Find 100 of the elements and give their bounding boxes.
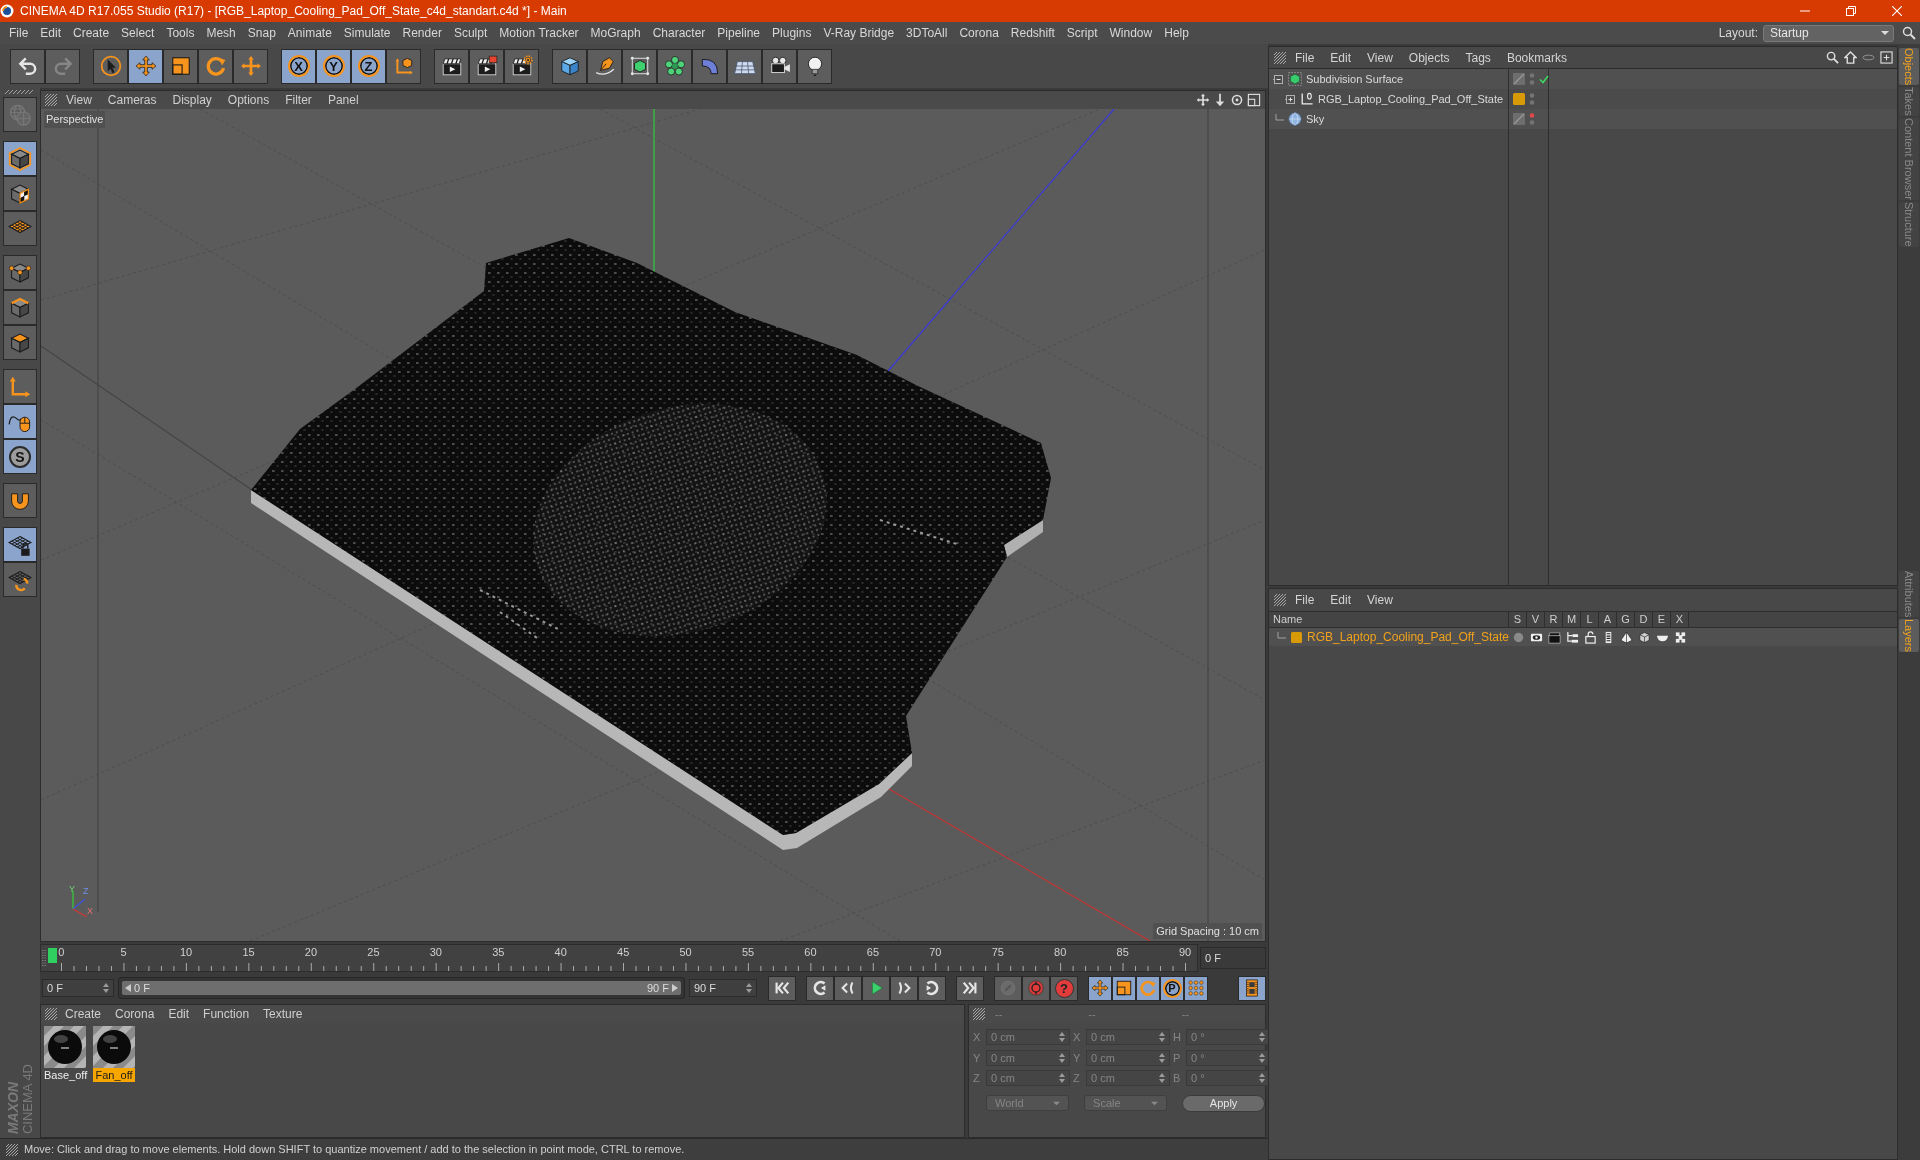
column-header[interactable]: M: [1566, 614, 1577, 625]
solo-dot-icon[interactable]: [1511, 630, 1525, 644]
point-level-button[interactable]: [1184, 975, 1208, 1001]
visibility-dots-icon[interactable]: [1529, 92, 1535, 106]
render-view-button[interactable]: [434, 48, 469, 84]
timeline-ruler[interactable]: 0 5 10 15 20 25 30 35 40 45 50 55 60 65 70 75 80 85 90: [40, 944, 1198, 972]
hierarchy-icon[interactable]: [1565, 630, 1579, 644]
material-menu-item[interactable]: Corona: [109, 1005, 161, 1023]
layout-dropdown[interactable]: Startup: [1763, 24, 1894, 42]
workplane-lock-button[interactable]: [3, 527, 37, 562]
viewport-menu-item[interactable]: Options: [220, 91, 277, 109]
menu-item[interactable]: Simulate: [337, 24, 397, 42]
menu-item[interactable]: Render: [396, 24, 448, 42]
move-tool-button[interactable]: [128, 48, 163, 84]
home-icon[interactable]: [1844, 51, 1857, 64]
x-axis-button[interactable]: X: [281, 48, 316, 84]
object-menu-item[interactable]: View: [1360, 48, 1400, 67]
menu-item[interactable]: Animate: [281, 24, 338, 42]
next-frame-button[interactable]: [890, 975, 918, 1001]
end-frame-field[interactable]: 90 F: [689, 979, 757, 997]
column-header[interactable]: S: [1513, 614, 1522, 625]
menu-item[interactable]: Edit: [34, 24, 68, 42]
parameter-key-button[interactable]: P: [1160, 975, 1184, 1001]
object-name[interactable]: Sky: [1306, 110, 1325, 128]
menu-item[interactable]: MoGraph: [584, 24, 647, 42]
menu-item[interactable]: Snap: [241, 24, 282, 42]
menu-item[interactable]: Corona: [953, 24, 1005, 42]
menu-item[interactable]: Mesh: [200, 24, 242, 42]
column-header[interactable]: E: [1657, 614, 1666, 625]
rotate-tool-button[interactable]: [198, 48, 233, 84]
bend-deformer-button[interactable]: [692, 48, 727, 84]
play-button[interactable]: [862, 975, 890, 1001]
left-arrow-icon[interactable]: [125, 984, 131, 992]
clapperboard-icon[interactable]: [1547, 630, 1561, 644]
menu-item[interactable]: File: [3, 24, 35, 42]
recent-tool-button[interactable]: [233, 48, 268, 84]
y-axis-button[interactable]: Y: [316, 48, 351, 84]
menu-item[interactable]: Pipeline: [711, 24, 767, 42]
menu-item[interactable]: Character: [646, 24, 712, 42]
panel-grip-icon[interactable]: [1274, 594, 1286, 606]
visibility-dots-icon[interactable]: [1529, 72, 1535, 86]
viewport-menu-item[interactable]: Filter: [278, 91, 319, 109]
menu-item[interactable]: Script: [1060, 24, 1104, 42]
material-menu-item[interactable]: Create: [59, 1005, 108, 1023]
previous-frame-button[interactable]: [834, 975, 862, 1001]
material-menu-item[interactable]: Function: [197, 1005, 256, 1023]
material-menu-item[interactable]: Texture: [257, 1005, 309, 1023]
menu-item[interactable]: Create: [67, 24, 116, 42]
viewport-menu-item[interactable]: Cameras: [100, 91, 164, 109]
edges-mode-button[interactable]: [3, 290, 37, 325]
model-mode-button[interactable]: [3, 141, 37, 176]
viewport-menu-item[interactable]: Display: [165, 91, 219, 109]
padlock-icon[interactable]: [1583, 630, 1597, 644]
menu-item[interactable]: Tools: [160, 24, 201, 42]
rotate-view-icon[interactable]: [1230, 93, 1244, 107]
render-picture-viewer-button[interactable]: [469, 48, 504, 84]
column-header[interactable]: Name: [1273, 614, 1303, 625]
select-tool-button[interactable]: [93, 48, 128, 84]
viewport-menu-item[interactable]: View: [59, 91, 99, 109]
pen-button[interactable]: [587, 48, 622, 84]
plus-square-icon[interactable]: [1880, 51, 1893, 64]
timeline-button[interactable]: [1238, 975, 1266, 1001]
subdivision-surface-button[interactable]: [622, 48, 657, 84]
object-name[interactable]: Subdivision Surface: [1306, 70, 1404, 88]
menu-item[interactable]: 3DToAll: [900, 24, 954, 42]
menu-item[interactable]: Plugins: [766, 24, 818, 42]
scale-key-button[interactable]: [1112, 975, 1136, 1001]
object-menu-item[interactable]: Bookmarks: [1499, 48, 1574, 67]
tweak-mode-button[interactable]: [3, 404, 37, 439]
right-arrow-icon[interactable]: [672, 984, 678, 992]
material-item[interactable]: Base_off: [44, 1026, 86, 1082]
layer-name[interactable]: RGB_Laptop_Cooling_Pad_Off_State: [1307, 628, 1509, 646]
search-icon[interactable]: [1826, 51, 1839, 64]
object-row[interactable]: Sky: [1269, 109, 1897, 129]
light-button[interactable]: [797, 48, 832, 84]
column-header[interactable]: V: [1531, 614, 1540, 625]
column-header[interactable]: G: [1621, 614, 1630, 625]
object-menu-item[interactable]: Edit: [1323, 48, 1359, 67]
layer-menu-item[interactable]: File: [1288, 591, 1322, 609]
object-row[interactable]: Subdivision Surface: [1269, 69, 1897, 89]
go-to-start-button[interactable]: [768, 975, 796, 1001]
menu-item[interactable]: V-Ray Bridge: [817, 24, 901, 42]
previous-key-button[interactable]: [806, 975, 834, 1001]
menu-item[interactable]: Redshift: [1004, 24, 1061, 42]
side-tab[interactable]: Objects: [1899, 48, 1919, 86]
next-key-button[interactable]: [918, 975, 946, 1001]
polygons-mode-button[interactable]: [3, 325, 37, 360]
maximize-view-icon[interactable]: [1247, 93, 1261, 107]
layer-menu-item[interactable]: Edit: [1323, 591, 1359, 609]
viewport-canvas[interactable]: Perspective Grid Spacing : 10 cm Y Z X: [41, 109, 1265, 941]
side-tab[interactable]: Layers: [1899, 619, 1919, 653]
cube-icon[interactable]: [1637, 630, 1651, 644]
rotate-key-button[interactable]: [1136, 975, 1160, 1001]
material-item[interactable]: Fan_off: [93, 1026, 135, 1082]
column-header[interactable]: L: [1586, 614, 1593, 625]
go-to-end-button[interactable]: [956, 975, 984, 1001]
texture-mode-button[interactable]: [3, 176, 37, 211]
playhead-marker[interactable]: [48, 948, 57, 963]
panel-grip-icon[interactable]: [45, 1008, 57, 1020]
start-frame-field[interactable]: 0 F: [42, 979, 114, 997]
